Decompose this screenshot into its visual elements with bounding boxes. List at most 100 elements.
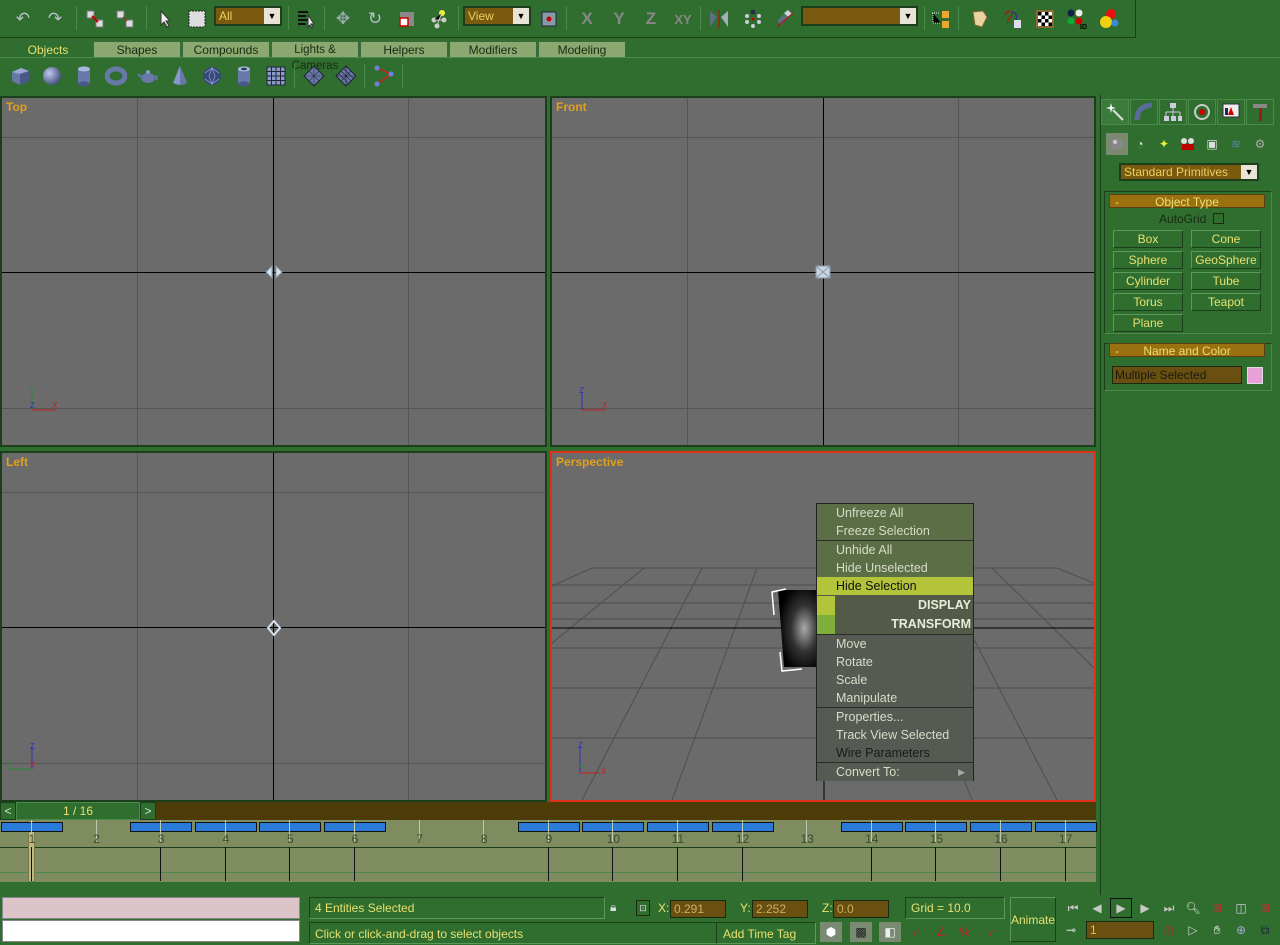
menu-item-manipulate[interactable]: Manipulate — [817, 689, 973, 707]
menu-item-hide-selection[interactable]: Hide Selection — [817, 577, 973, 595]
pan-button[interactable]: ✋︎ — [1206, 920, 1228, 940]
menu-item-properties[interactable]: Properties... — [817, 708, 973, 726]
object-category-dropdown[interactable]: Standard Primitives ▼ — [1119, 163, 1259, 181]
menu-item-hide-unselected[interactable]: Hide Unselected — [817, 559, 973, 577]
key-block[interactable] — [647, 822, 709, 832]
viewport-label[interactable]: Top — [6, 100, 27, 114]
key-block[interactable] — [1, 822, 63, 832]
menu-item-move[interactable]: Move — [817, 635, 973, 653]
selected-object-icon[interactable] — [266, 619, 282, 637]
restrict-x-button[interactable]: X — [574, 6, 600, 32]
selection-filter-dropdown[interactable]: All ▼ — [214, 6, 282, 26]
object-id-button[interactable]: ID — [1064, 6, 1090, 32]
viewport-label[interactable]: Front — [556, 100, 587, 114]
go-to-end-button[interactable]: ⏭ — [1158, 898, 1180, 918]
play-button[interactable]: ▶ — [1110, 898, 1132, 918]
tube-button[interactable]: Tube — [1191, 272, 1261, 290]
select-and-manipulate-button[interactable] — [426, 6, 452, 32]
align-button[interactable] — [772, 6, 798, 32]
create-tube-button[interactable] — [231, 64, 257, 88]
restrict-z-button[interactable]: Z — [638, 6, 664, 32]
current-frame-field[interactable] — [1086, 921, 1154, 939]
restrict-xy-button[interactable]: XY — [670, 6, 696, 32]
create-torus-button[interactable] — [103, 64, 129, 88]
menu-item-track-view-selected[interactable]: Track View Selected — [817, 726, 973, 744]
viewport-top[interactable]: Top Y Z X — [0, 96, 547, 447]
pivot-center-button[interactable] — [536, 6, 562, 32]
next-key-button[interactable]: ▶ — [1134, 898, 1156, 918]
create-cone-button[interactable] — [167, 64, 193, 88]
selected-object-icon[interactable] — [264, 264, 284, 280]
zoom-extents-all-button[interactable]: ⊞ — [1254, 898, 1276, 918]
cameras-category-button[interactable] — [1177, 133, 1199, 155]
shapes-category-button[interactable]: ◔ — [1129, 133, 1151, 155]
viewport-front[interactable]: Front Z X — [550, 96, 1096, 447]
utilities-panel-tab[interactable] — [1246, 99, 1274, 125]
tab-lights-cameras[interactable]: Lights & Cameras — [271, 41, 359, 72]
selection-lock-button[interactable]: 🔒︎ — [610, 900, 624, 916]
time-slider-thumb[interactable]: 1 / 16 — [16, 802, 140, 820]
angle-snap-toggle[interactable]: ∠ — [930, 922, 952, 942]
render-scene-button[interactable] — [1000, 6, 1026, 32]
menu-item-unhide-all[interactable]: Unhide All — [817, 541, 973, 559]
menu-item-freeze-selection[interactable]: Freeze Selection — [817, 522, 973, 540]
helpers-category-button[interactable]: ▣ — [1201, 133, 1223, 155]
teapot-button[interactable]: Teapot — [1191, 293, 1261, 311]
selected-object-icon[interactable] — [814, 264, 832, 280]
track-bar[interactable]: 1 2 3 4 5 6 7 8 9 10 11 12 13 14 15 16 17 — [0, 820, 1097, 882]
systems-category-button[interactable]: ⚙ — [1249, 133, 1271, 155]
viewport-left[interactable]: Left Z Y X — [0, 451, 547, 802]
create-bones-button[interactable] — [371, 64, 397, 88]
create-sphere-button[interactable] — [39, 64, 65, 88]
x-coord-field[interactable] — [670, 900, 726, 918]
torus-button[interactable]: Torus — [1113, 293, 1183, 311]
arc-rotate-button[interactable]: ⊕ — [1230, 920, 1252, 940]
key-block[interactable] — [517, 822, 580, 832]
create-tri-patch-button[interactable] — [333, 64, 359, 88]
box-button[interactable]: Box — [1113, 230, 1183, 248]
previous-frame-button[interactable]: < — [0, 802, 16, 820]
unlink-selection-button[interactable] — [112, 6, 138, 32]
zoom-button[interactable]: 🔍︎ — [1182, 898, 1204, 918]
field-of-view-button[interactable]: ▷ — [1182, 920, 1204, 940]
select-and-move-button[interactable]: ✥ — [330, 6, 356, 32]
animate-button[interactable]: Animate — [1010, 897, 1056, 942]
menu-item-convert-to[interactable]: Convert To: ▶ — [817, 763, 973, 781]
viewport-label[interactable]: Perspective — [556, 455, 623, 469]
tab-shapes[interactable]: Shapes — [93, 41, 181, 58]
redo-button[interactable]: ↷ — [42, 6, 68, 32]
go-to-start-button[interactable]: ⏮ — [1062, 898, 1084, 918]
viewport-label[interactable]: Left — [6, 455, 28, 469]
tab-modeling[interactable]: Modeling — [538, 41, 626, 58]
quick-render-button[interactable] — [1032, 6, 1058, 32]
mirror-button[interactable] — [706, 6, 732, 32]
menu-item-rotate[interactable]: Rotate — [817, 653, 973, 671]
create-plane-button[interactable] — [263, 64, 289, 88]
create-box-button[interactable] — [7, 64, 33, 88]
plane-button[interactable]: Plane — [1113, 314, 1183, 332]
select-and-rotate-button[interactable]: ↻ — [362, 6, 388, 32]
menu-section-display[interactable]: DISPLAY — [817, 596, 973, 615]
spinner-snap-toggle[interactable]: ∩ — [982, 922, 1004, 942]
time-slider[interactable]: < 1 / 16 > — [0, 802, 1096, 820]
menu-item-scale[interactable]: Scale — [817, 671, 973, 689]
menu-item-unfreeze-all[interactable]: Unfreeze All — [817, 504, 973, 522]
space-warps-category-button[interactable]: ≋ — [1225, 133, 1247, 155]
create-panel-tab[interactable] — [1101, 99, 1129, 125]
select-and-link-button[interactable] — [82, 6, 108, 32]
add-time-tag-button[interactable]: Add Time Tag — [716, 922, 816, 944]
cylinder-button[interactable]: Cylinder — [1113, 272, 1183, 290]
key-block[interactable] — [905, 822, 968, 832]
maxscript-listener-mini[interactable] — [2, 897, 300, 919]
select-and-scale-button[interactable] — [394, 6, 420, 32]
y-coord-field[interactable] — [752, 900, 808, 918]
reference-coordinate-dropdown[interactable]: View ▼ — [463, 6, 531, 26]
degradation-override-button[interactable]: ⬢ — [820, 922, 842, 942]
geosphere-button[interactable]: GeoSphere — [1191, 251, 1261, 269]
key-mode-toggle[interactable]: ⊸ — [1060, 920, 1082, 940]
modify-panel-tab[interactable] — [1130, 99, 1158, 125]
autogrid-checkbox[interactable] — [1213, 213, 1224, 224]
next-frame-button[interactable]: > — [140, 802, 156, 820]
create-cylinder-button[interactable] — [71, 64, 97, 88]
key-block[interactable] — [1034, 822, 1097, 832]
